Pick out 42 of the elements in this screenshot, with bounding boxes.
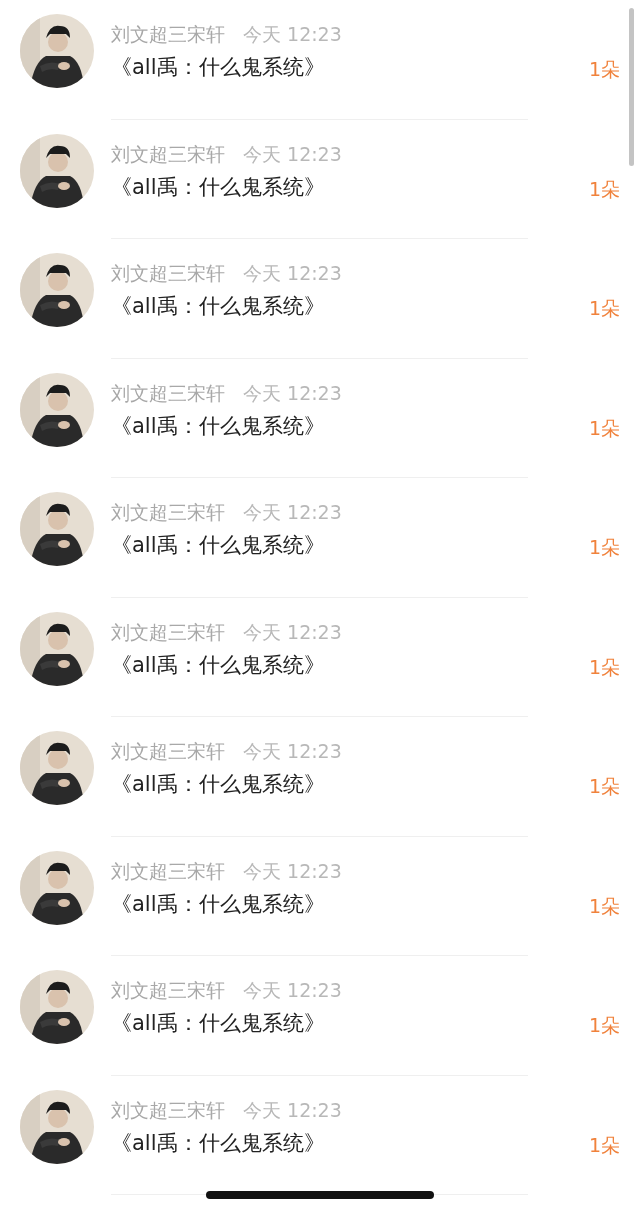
timestamp: 今天 12:23 (243, 22, 342, 46)
timestamp: 今天 12:23 (243, 141, 342, 166)
flower-count: 1朵 (588, 1013, 620, 1038)
sender-name: 刘文超三宋轩 (111, 619, 225, 644)
sender-name: 刘文超三宋轩 (111, 380, 225, 405)
sender-name: 刘文超三宋轩 (111, 500, 225, 524)
scrollbar[interactable] (629, 8, 634, 166)
flower-count: 1朵 (588, 1132, 620, 1158)
sender-name: 刘文超三宋轩 (111, 141, 225, 166)
flower-count: 1朵 (588, 774, 620, 799)
sender-name: 刘文超三宋轩 (111, 858, 225, 883)
flower-count: 1朵 (588, 654, 620, 680)
flower-count: 1朵 (588, 535, 620, 560)
flower-count: 1朵 (588, 176, 620, 202)
message-title[interactable]: 《all禹：什么鬼系统》 (111, 1009, 589, 1037)
timestamp: 今天 12:23 (243, 858, 342, 883)
timestamp: 今天 12:23 (243, 739, 342, 763)
message-title[interactable]: 《all禹：什么鬼系统》 (111, 650, 589, 679)
timestamp: 今天 12:23 (243, 380, 342, 405)
timestamp: 今天 12:23 (243, 1097, 342, 1122)
sender-name: 刘文超三宋轩 (111, 261, 225, 285)
sender-name: 刘文超三宋轩 (111, 22, 225, 46)
flower-count: 1朵 (588, 415, 620, 441)
sender-name: 刘文超三宋轩 (111, 1097, 225, 1122)
message-title[interactable]: 《all禹：什么鬼系统》 (111, 292, 589, 320)
flower-count: 1朵 (588, 893, 620, 919)
home-indicator[interactable] (206, 1191, 434, 1199)
message-title[interactable]: 《all禹：什么鬼系统》 (111, 889, 589, 918)
sender-name: 刘文超三宋轩 (111, 739, 225, 763)
message-title[interactable]: 《all禹：什么鬼系统》 (111, 411, 589, 440)
message-title[interactable]: 《all禹：什么鬼系统》 (111, 770, 589, 798)
timestamp: 今天 12:23 (243, 978, 342, 1002)
flower-count: 1朵 (588, 296, 620, 321)
timestamp: 今天 12:23 (243, 500, 342, 524)
timestamp: 今天 12:23 (243, 619, 342, 644)
sender-name: 刘文超三宋轩 (111, 978, 225, 1002)
timestamp: 今天 12:23 (243, 261, 342, 285)
message-title[interactable]: 《all禹：什么鬼系统》 (111, 1128, 589, 1157)
message-title[interactable]: 《all禹：什么鬼系统》 (111, 53, 589, 81)
message-title[interactable]: 《all禹：什么鬼系统》 (111, 531, 589, 559)
message-title[interactable]: 《all禹：什么鬼系统》 (111, 172, 589, 201)
flower-count: 1朵 (588, 57, 620, 82)
